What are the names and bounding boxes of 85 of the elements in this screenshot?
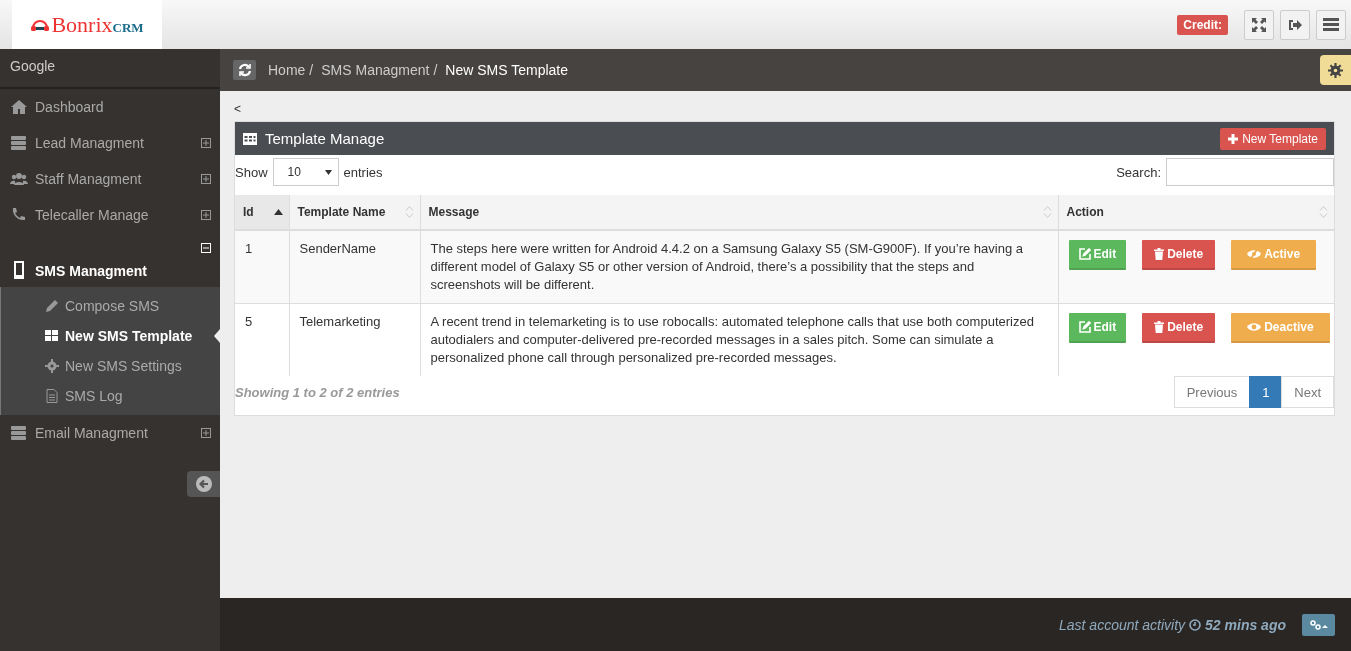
nav-icon xyxy=(10,98,28,116)
table-info: Showing 1 to 2 of 2 entries xyxy=(235,384,400,400)
submenu-icon xyxy=(45,389,59,403)
nav-label: Lead Managment xyxy=(35,135,145,151)
refresh-icon xyxy=(237,63,252,77)
credit-badge: Credit: xyxy=(1177,14,1228,35)
nav-item[interactable]: Lead Managment xyxy=(0,125,220,161)
eye-slash-icon xyxy=(1247,248,1262,260)
entries-label: entries xyxy=(343,164,383,180)
nav-label: Email Managment xyxy=(35,425,149,441)
settings-icon xyxy=(1328,62,1343,78)
nav-item[interactable]: Dashboard xyxy=(0,89,220,125)
refresh-button[interactable] xyxy=(233,60,256,80)
last-activity-time: 52 mins ago xyxy=(1205,616,1286,633)
collapse-sidebar-button[interactable] xyxy=(187,471,220,497)
nav-icon xyxy=(10,424,28,442)
search-field[interactable] xyxy=(1166,158,1334,186)
pagination-button[interactable]: Next xyxy=(1281,376,1334,408)
nav-label: Dashboard xyxy=(35,99,105,115)
delete-button[interactable]: Delete xyxy=(1142,313,1216,343)
sort-ascending-icon xyxy=(273,209,283,215)
plus-icon xyxy=(1228,133,1239,144)
footer-toggle-button[interactable] xyxy=(1302,613,1335,636)
link-icon xyxy=(1309,619,1328,630)
nav-icon xyxy=(10,170,28,188)
nav-label: Telecaller Manage xyxy=(35,207,150,223)
table-cell: A recent trend in telemarketing is to use robocalls: automated telephone calls that use both computerized autodialers and computer-delivered pre-recorded messages in a sales pitch. Some can simulate a personalized phone call through personalized pre-recorded messages. xyxy=(420,303,1058,376)
trash-icon xyxy=(1154,248,1165,260)
breadcrumb-separator: / xyxy=(433,62,438,78)
page-size-select[interactable]: 10 xyxy=(272,158,339,186)
breadcrumb-current: New SMS Template xyxy=(445,62,568,78)
nav-item[interactable]: SMS Managment xyxy=(0,233,220,287)
new-template-button[interactable]: New Template xyxy=(1220,127,1326,150)
breadcrumb-separator: / xyxy=(309,62,314,78)
menu-icon xyxy=(1323,18,1339,31)
table-cell: 5 xyxy=(235,303,289,376)
show-label: Show xyxy=(235,164,268,180)
table-cell: SenderName xyxy=(289,230,420,304)
edit-icon xyxy=(1078,248,1091,260)
breadcrumb-link[interactable]: SMS Managment xyxy=(321,62,430,78)
sign-out-icon xyxy=(1288,18,1302,31)
nav-icon xyxy=(10,134,28,152)
clock-icon xyxy=(1189,618,1202,631)
last-activity-label: Last account activity xyxy=(1059,616,1186,633)
submenu-item[interactable]: Compose SMS xyxy=(1,291,220,321)
settings-button[interactable] xyxy=(1320,55,1351,85)
pagination-button[interactable]: 1 xyxy=(1249,376,1283,408)
nav-item[interactable]: Telecaller Manage xyxy=(0,197,220,233)
fullscreen-button[interactable] xyxy=(1244,9,1274,40)
caret-icon xyxy=(324,169,332,175)
nav-label: SMS Managment xyxy=(35,263,148,279)
breadcrumb-link[interactable]: Home xyxy=(268,62,306,78)
nav-label: Staff Managment xyxy=(35,171,143,187)
submenu-icon xyxy=(45,359,59,373)
column-header[interactable]: Id xyxy=(235,195,289,230)
table-cell: Telemarketing xyxy=(289,303,420,376)
table-cell: The steps here were written for Android 4.4.2 on a Samsung Galaxy S5 (SM-G900F). If you’re having a different model of Galaxy S5 or other version of Android, there’s a possibility that the steps and screenshots will be different. xyxy=(420,230,1058,304)
column-header[interactable]: Message xyxy=(420,195,1058,230)
edit-icon xyxy=(1078,321,1091,333)
nav-item[interactable]: Staff Managment xyxy=(0,161,220,197)
menu-button[interactable] xyxy=(1316,9,1346,40)
submenu-item[interactable]: SMS Log xyxy=(1,381,220,411)
table-cell: 1 xyxy=(235,230,289,304)
panel-title: Template Manage xyxy=(265,130,386,147)
submenu-icon xyxy=(45,299,59,313)
sort-icon xyxy=(404,205,414,219)
logout-button[interactable] xyxy=(1280,9,1310,40)
table-icon xyxy=(243,132,257,145)
expand-icon xyxy=(1252,17,1266,32)
arrow-left-icon xyxy=(195,476,212,492)
column-header[interactable]: Action xyxy=(1058,195,1334,230)
submenu-icon xyxy=(45,329,59,343)
logo[interactable]: BonrixCRM xyxy=(12,0,162,49)
delete-button[interactable]: Delete xyxy=(1142,240,1216,270)
search-label: Search: xyxy=(1116,164,1161,180)
back-link[interactable]: < xyxy=(234,103,1335,121)
trash-icon xyxy=(1154,321,1165,333)
submenu-item[interactable]: New SMS Settings xyxy=(1,351,220,381)
sort-icon xyxy=(1042,205,1052,219)
logo-text: BonrixCRM xyxy=(51,11,144,38)
column-header[interactable]: Template Name xyxy=(289,195,420,230)
nav-item[interactable]: Email Managment xyxy=(0,415,220,451)
pagination-button[interactable]: Previous xyxy=(1173,376,1251,408)
sort-icon xyxy=(1319,205,1328,219)
eye-icon xyxy=(1247,321,1262,333)
